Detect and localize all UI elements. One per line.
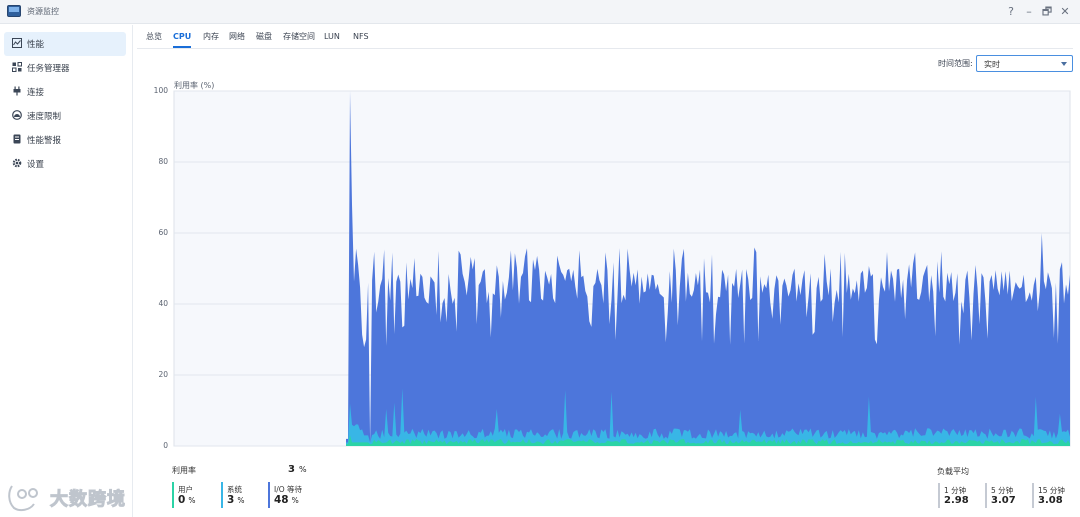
connection-icon bbox=[13, 86, 21, 96]
user-color-bar bbox=[172, 482, 174, 508]
close-button[interactable]: ✕ bbox=[1058, 4, 1072, 20]
y-tick-label: 80 bbox=[158, 157, 168, 166]
tab-cpu[interactable]: CPU bbox=[173, 30, 192, 48]
sidebar-item-speed-limit[interactable]: 速度限制 bbox=[4, 104, 126, 128]
alert-icon bbox=[13, 134, 21, 144]
utilization-number: 3 bbox=[288, 464, 295, 475]
sidebar-item-label: 任务管理器 bbox=[27, 64, 70, 74]
load-5min-value: 3.07 bbox=[991, 495, 1016, 506]
sidebar-item-label: 连接 bbox=[27, 88, 45, 98]
sidebar-item-label: 设置 bbox=[27, 160, 45, 170]
y-tick-label: 100 bbox=[153, 86, 168, 95]
load-divider bbox=[1032, 483, 1034, 508]
load-1min-value: 2.98 bbox=[944, 495, 969, 506]
time-range-select[interactable]: 实时 bbox=[976, 55, 1073, 72]
stat-system: 系统 3% bbox=[221, 482, 244, 508]
title-bar: 资源监控 ? – 🗗 ✕ bbox=[0, 0, 1080, 24]
tab-memory[interactable]: 内存 bbox=[203, 30, 219, 48]
load-divider bbox=[938, 483, 940, 508]
stat-system-number: 3 bbox=[227, 494, 235, 506]
tab-nfs[interactable]: NFS bbox=[353, 30, 369, 48]
sidebar-item-connection[interactable]: 连接 bbox=[4, 80, 126, 104]
stat-io-wait-value: 48% bbox=[274, 494, 299, 506]
speed-limit-icon bbox=[12, 110, 22, 120]
restore-button[interactable]: 🗗 bbox=[1040, 4, 1054, 20]
stat-user-unit: % bbox=[188, 496, 196, 505]
io-wait-color-bar bbox=[268, 482, 270, 508]
stat-system-unit: % bbox=[237, 496, 245, 505]
tab-network[interactable]: 网络 bbox=[229, 30, 245, 48]
sidebar-item-label: 速度限制 bbox=[27, 112, 62, 122]
stat-user-number: 0 bbox=[178, 494, 186, 506]
time-range-value: 实时 bbox=[984, 60, 1000, 69]
utilization-label: 利用率 bbox=[172, 466, 196, 475]
utilization-unit: % bbox=[298, 465, 307, 474]
time-range-label: 时间范围: bbox=[938, 59, 973, 68]
stat-io-wait-unit: % bbox=[291, 496, 299, 505]
cpu-utilization-chart: 利用率 (%) 0 20 40 60 80 100 bbox=[140, 76, 1080, 456]
stat-user-value: 0% bbox=[178, 494, 195, 506]
tab-divider bbox=[137, 48, 1073, 49]
tab-volume[interactable]: 存储空间 bbox=[283, 30, 315, 48]
stat-io-wait: I/O 等待 48% bbox=[268, 482, 302, 508]
tab-lun[interactable]: LUN bbox=[324, 30, 340, 48]
tab-disk[interactable]: 磁盘 bbox=[256, 30, 272, 48]
sidebar-item-task-manager[interactable]: 任务管理器 bbox=[4, 56, 126, 80]
stat-io-wait-number: 48 bbox=[274, 494, 289, 506]
sidebar-item-settings[interactable]: 设置 bbox=[4, 152, 126, 176]
stat-user: 用户 0% bbox=[172, 482, 195, 508]
y-tick-label: 20 bbox=[158, 370, 168, 379]
window-title: 资源监控 bbox=[27, 7, 59, 16]
minimize-button[interactable]: – bbox=[1022, 4, 1036, 20]
system-color-bar bbox=[221, 482, 223, 508]
gear-icon bbox=[12, 158, 22, 168]
load-divider bbox=[985, 483, 987, 508]
chart-y-axis-label: 利用率 (%) bbox=[174, 81, 215, 90]
chevron-down-icon bbox=[1061, 62, 1067, 66]
help-button[interactable]: ? bbox=[1004, 4, 1018, 20]
utilization-value: 3% bbox=[288, 464, 307, 475]
sidebar-item-label: 性能 bbox=[27, 40, 45, 50]
resource-monitor-icon bbox=[7, 5, 21, 17]
load-average-title: 负载平均 bbox=[937, 467, 969, 476]
sidebar-item-alert[interactable]: 性能警报 bbox=[4, 128, 126, 152]
load-15min-value: 3.08 bbox=[1038, 495, 1063, 506]
performance-icon bbox=[12, 38, 22, 48]
sidebar: 性能 任务管理器 连接 速度限制 性能警报 设置 bbox=[0, 25, 133, 517]
sidebar-item-label: 性能警报 bbox=[27, 136, 62, 146]
stat-system-value: 3% bbox=[227, 494, 244, 506]
y-tick-label: 60 bbox=[158, 228, 168, 237]
chart-canvas bbox=[173, 90, 1071, 447]
watermark: 大数跨境 bbox=[6, 482, 146, 512]
y-tick-label: 40 bbox=[158, 299, 168, 308]
sidebar-item-performance[interactable]: 性能 bbox=[4, 32, 126, 56]
task-manager-icon bbox=[12, 62, 22, 72]
y-tick-label: 0 bbox=[163, 441, 168, 450]
watermark-logo-icon bbox=[8, 485, 38, 512]
tab-overview[interactable]: 总览 bbox=[146, 30, 162, 48]
watermark-text: 大数跨境 bbox=[50, 489, 126, 511]
